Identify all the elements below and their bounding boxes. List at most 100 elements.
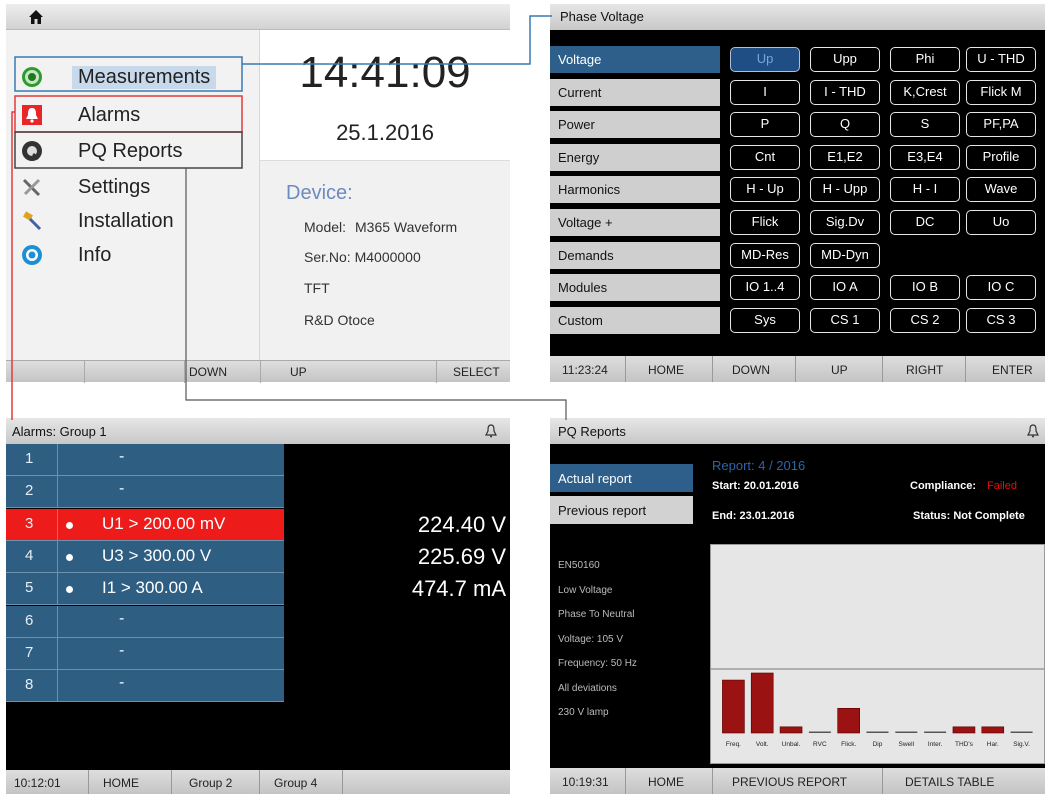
screen-title: PQ Reports xyxy=(550,418,1045,444)
menu-label: Info xyxy=(78,244,112,266)
bell-icon[interactable] xyxy=(1026,424,1040,438)
measure-button[interactable]: Wave xyxy=(966,177,1036,203)
bell-icon[interactable] xyxy=(484,424,498,438)
alarm-empty: - xyxy=(119,641,125,659)
measure-button[interactable]: H - Upp xyxy=(810,177,880,203)
alarm-number: 5 xyxy=(6,573,58,605)
measure-button[interactable]: Flick xyxy=(730,210,800,235)
measure-button[interactable]: Q xyxy=(810,112,880,138)
alarm-empty: - xyxy=(119,609,125,627)
alarm-row[interactable]: 1- xyxy=(6,444,284,476)
chart-tick-label: RVC xyxy=(813,741,827,748)
menu-item-alarms[interactable]: Alarms xyxy=(6,98,260,132)
alarm-row[interactable]: 3 U1 > 200.00 mV xyxy=(6,508,284,541)
measure-button[interactable]: H - I xyxy=(890,177,960,203)
measure-button[interactable]: Sig.Dv xyxy=(810,210,880,235)
measure-button[interactable]: MD-Res xyxy=(730,242,800,268)
measure-button[interactable]: Phi xyxy=(890,47,960,72)
alarm-number: 3 xyxy=(6,508,58,540)
measure-button[interactable]: H - Up xyxy=(730,177,800,203)
measure-button[interactable]: E1,E2 xyxy=(810,144,880,170)
measure-button[interactable]: S xyxy=(890,112,960,138)
divider xyxy=(436,361,437,383)
alarm-row[interactable]: 4 U3 > 300.00 V xyxy=(6,540,284,573)
footer-bar: 10:12:01 HOME Group 2 Group 4 xyxy=(6,770,510,794)
measure-button[interactable]: I xyxy=(730,79,800,105)
footer-time: 10:19:31 xyxy=(562,775,609,789)
enter-softkey[interactable]: ENTER xyxy=(992,363,1033,377)
alarm-row[interactable]: 5 I1 > 300.00 A xyxy=(6,573,284,606)
details-table-softkey[interactable]: DETAILS TABLE xyxy=(905,775,994,789)
category-modules[interactable]: Modules xyxy=(550,274,720,302)
measure-button[interactable]: MD-Dyn xyxy=(810,242,880,268)
menu-item-info[interactable]: Info xyxy=(6,238,260,272)
measure-button[interactable]: IO A xyxy=(810,275,880,301)
measure-button[interactable]: DC xyxy=(890,210,960,235)
menu-label: Measurements xyxy=(72,66,217,89)
category-voltage[interactable]: Voltage + xyxy=(550,209,720,236)
home-softkey[interactable]: HOME xyxy=(648,775,684,789)
menu-item-installation[interactable]: Installation xyxy=(6,204,260,238)
measure-button[interactable]: U - THD xyxy=(966,47,1036,72)
measure-button[interactable]: Up xyxy=(730,47,800,72)
measure-button[interactable]: Flick M xyxy=(966,79,1036,105)
home-icon[interactable] xyxy=(28,9,44,25)
measure-button[interactable]: PF,PA xyxy=(966,112,1036,138)
category-power[interactable]: Power xyxy=(550,111,720,139)
report-parameter: Voltage: 105 V xyxy=(558,633,624,645)
menu-label: Alarms xyxy=(78,104,141,126)
up-softkey[interactable]: UP xyxy=(290,365,307,379)
category-energy[interactable]: Energy xyxy=(550,143,720,171)
measure-button[interactable]: IO 1..4 xyxy=(730,275,800,301)
category-harmonics[interactable]: Harmonics xyxy=(550,176,720,204)
home-softkey[interactable]: HOME xyxy=(103,776,139,790)
group-2-softkey[interactable]: Group 2 xyxy=(189,776,232,790)
previous-report-button[interactable]: Previous report xyxy=(550,496,693,524)
measure-button[interactable]: CS 2 xyxy=(890,307,960,333)
measure-button[interactable]: P xyxy=(730,112,800,138)
divider xyxy=(625,356,626,382)
chart-tick-label: Inter. xyxy=(928,741,943,748)
home-softkey[interactable]: HOME xyxy=(648,363,684,377)
alarm-row[interactable]: 7- xyxy=(6,637,284,670)
measure-button[interactable]: Sys xyxy=(730,307,800,333)
category-voltage[interactable]: Voltage xyxy=(550,46,720,73)
measure-button[interactable]: Upp xyxy=(810,47,880,72)
chart-tick-label: Flick. xyxy=(841,741,856,748)
down-softkey[interactable]: DOWN xyxy=(732,363,770,377)
up-softkey[interactable]: UP xyxy=(831,363,848,377)
measure-button[interactable]: CS 3 xyxy=(966,307,1036,333)
down-softkey[interactable]: DOWN xyxy=(189,365,227,379)
divider xyxy=(88,770,89,794)
menu-item-pq-reports[interactable]: PQ Reports xyxy=(6,134,260,168)
measure-button[interactable]: I - THD xyxy=(810,79,880,105)
measure-button[interactable]: K,Crest xyxy=(890,79,960,105)
previous-report-softkey[interactable]: PREVIOUS REPORT xyxy=(732,775,847,789)
actual-report-button[interactable]: Actual report xyxy=(550,464,693,492)
measure-button[interactable]: IO C xyxy=(966,275,1036,301)
measure-button[interactable]: E3,E4 xyxy=(890,144,960,170)
alarm-row[interactable]: 6- xyxy=(6,605,284,638)
top-bar xyxy=(6,4,510,30)
report-parameter: 230 V lamp xyxy=(558,707,609,718)
measure-button[interactable]: Uo xyxy=(966,210,1036,235)
report-status: Status: Not Complete xyxy=(913,510,1025,522)
alarm-value: 474.7 mA xyxy=(411,576,506,602)
alarm-row[interactable]: 8- xyxy=(6,670,284,703)
right-softkey[interactable]: RIGHT xyxy=(906,363,943,377)
alarm-row[interactable]: 2- xyxy=(6,476,284,509)
report-number: Report: 4 / 2016 xyxy=(712,458,806,473)
divider xyxy=(171,770,172,794)
measure-button[interactable]: CS 1 xyxy=(810,307,880,333)
category-current[interactable]: Current xyxy=(550,78,720,106)
menu-item-measurements[interactable]: Measurements xyxy=(6,60,260,94)
category-demands[interactable]: Demands xyxy=(550,241,720,269)
select-softkey[interactable]: SELECT xyxy=(453,365,500,379)
menu-item-settings[interactable]: Settings xyxy=(6,170,260,204)
category-custom[interactable]: Custom xyxy=(550,306,720,334)
measure-button[interactable]: Cnt xyxy=(730,144,800,170)
compliance-chart: Freq. Volt. Unbal. RVC Flick. Dip Swell Inter. T… xyxy=(710,544,1045,764)
measure-button[interactable]: Profile xyxy=(966,144,1036,170)
measure-button[interactable]: IO B xyxy=(890,275,960,301)
group-4-softkey[interactable]: Group 4 xyxy=(274,776,317,790)
